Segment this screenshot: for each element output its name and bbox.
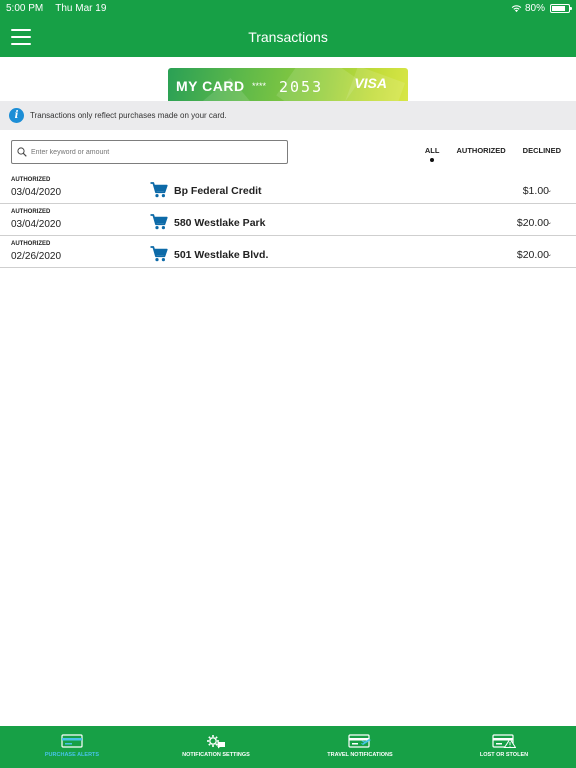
tab-label: NOTIFICATION SETTINGS	[182, 752, 250, 758]
card-label: MY CARD	[176, 78, 245, 94]
transaction-status: AUTHORIZED	[11, 241, 51, 247]
chevron-down-icon: ⌄	[546, 252, 552, 258]
filter-declined[interactable]: DECLINED	[523, 146, 561, 155]
card-image: MY CARD **** 2053 VISA	[168, 68, 408, 101]
card-plane-icon	[348, 734, 371, 748]
tab-label: LOST OR STOLEN	[479, 752, 529, 758]
tab-notification-settings[interactable]: NOTIFICATION SETTINGS	[144, 726, 288, 768]
status-right: 80%	[511, 2, 572, 14]
shopping-cart-icon	[150, 182, 168, 198]
battery-icon	[550, 3, 572, 13]
card-brand: VISA	[354, 75, 387, 91]
transaction-amount: $1.00	[522, 185, 549, 197]
status-date: Thu Mar 19	[55, 2, 107, 14]
card-mask: ****	[252, 81, 267, 91]
battery-percent: 80%	[524, 2, 545, 14]
status-time: 5:00 PM	[6, 2, 44, 14]
card-last4: 2053	[279, 78, 324, 96]
shopping-cart-icon	[150, 214, 168, 230]
nav-bar: Transactions	[0, 16, 576, 57]
tab-purchase-alerts[interactable]: PURCHASE ALERTS	[0, 726, 144, 768]
transaction-merchant: 580 Westlake Park	[174, 217, 266, 229]
shopping-cart-icon	[150, 246, 168, 262]
tab-lost-or-stolen[interactable]: LOST OR STOLEN	[432, 726, 576, 768]
tab-travel-notifications[interactable]: TRAVEL NOTIFICATIONS	[288, 726, 432, 768]
chevron-down-icon: ⌄	[546, 220, 552, 226]
tab-label: TRAVEL NOTIFICATIONS	[327, 752, 393, 758]
transaction-status: AUTHORIZED	[11, 177, 51, 183]
gear-chat-icon	[207, 735, 225, 749]
search-icon	[17, 147, 27, 157]
filter-tabs: ALL AUTHORIZED DECLINED	[408, 146, 561, 162]
selected-indicator	[430, 158, 435, 162]
transaction-row[interactable]: AUTHORIZED 03/04/2020 Bp Federal Credit …	[0, 172, 576, 204]
bottom-tab-bar: PURCHASE ALERTS NOTIFICATION SETTINGS TR…	[0, 726, 576, 768]
chevron-down-icon: ⌄	[546, 188, 552, 194]
battery-level	[552, 5, 565, 11]
transaction-status: AUTHORIZED	[11, 209, 51, 215]
transaction-amount: $20.00	[516, 217, 549, 229]
search-box[interactable]	[11, 140, 288, 164]
transaction-date: 03/04/2020	[11, 187, 62, 198]
status-bar: 5:00 PM Thu Mar 19 80%	[0, 0, 576, 16]
transaction-merchant: 501 Westlake Blvd.	[174, 249, 269, 261]
tab-label: PURCHASE ALERTS	[44, 752, 100, 758]
search-input[interactable]	[31, 148, 287, 156]
card-icon	[61, 734, 83, 748]
filter-all[interactable]: ALL	[425, 146, 439, 162]
wifi-icon	[511, 4, 522, 12]
info-banner-text: Transactions only reflect purchases made…	[30, 111, 227, 120]
info-banner: i Transactions only reflect purchases ma…	[0, 101, 576, 130]
filter-authorized[interactable]: AUTHORIZED	[456, 146, 505, 155]
transaction-date: 02/26/2020	[11, 251, 62, 262]
hamburger-icon[interactable]	[11, 29, 31, 45]
transaction-row[interactable]: AUTHORIZED 03/04/2020 580 Westlake Park …	[0, 204, 576, 236]
transaction-amount: $20.00	[516, 249, 549, 261]
transaction-list: AUTHORIZED 03/04/2020 Bp Federal Credit …	[0, 172, 576, 268]
transaction-merchant: Bp Federal Credit	[174, 185, 262, 197]
info-icon: i	[9, 108, 24, 123]
card-alert-icon	[492, 734, 516, 748]
transaction-date: 03/04/2020	[11, 219, 62, 230]
transaction-row[interactable]: AUTHORIZED 02/26/2020 501 Westlake Blvd.…	[0, 236, 576, 268]
page-title: Transactions	[248, 28, 328, 45]
